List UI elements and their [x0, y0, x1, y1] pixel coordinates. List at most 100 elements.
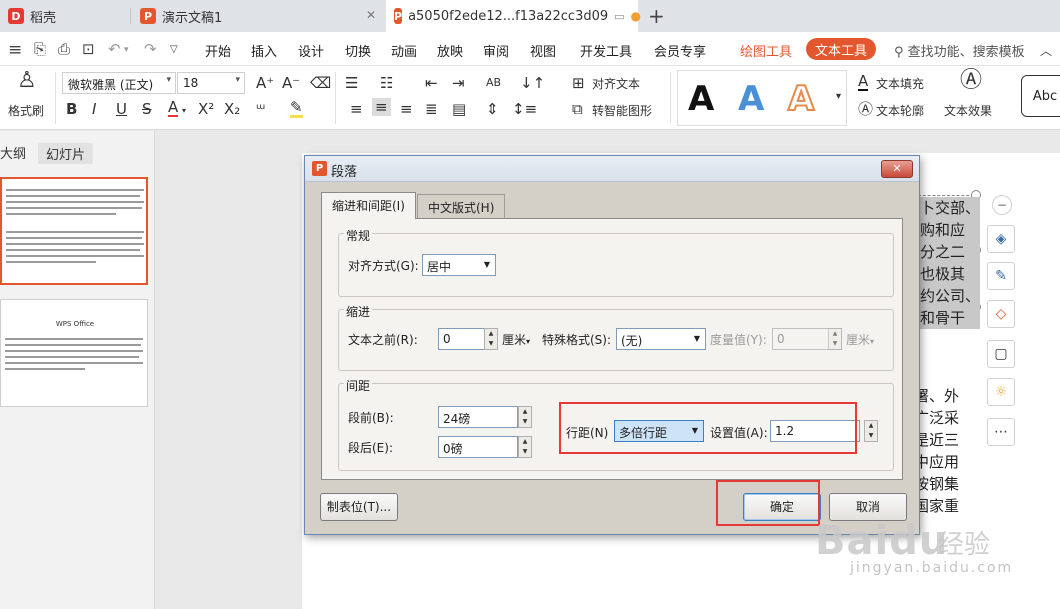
font-name-select[interactable]: 微软雅黑 (正文) ▾ — [62, 72, 176, 94]
wordart-style-black[interactable]: A — [688, 79, 714, 119]
slide-thumbnail-2[interactable]: WPS Office — [0, 299, 148, 407]
text-effect-label[interactable]: 文本效果 — [944, 102, 992, 119]
menu-design[interactable]: 设计 — [298, 41, 324, 60]
chevron-down-icon[interactable]: ▾ — [124, 45, 129, 55]
tab-slides[interactable]: 幻灯片 — [38, 143, 94, 164]
set-value-spinner[interactable]: ▲ ▼ — [864, 420, 878, 442]
before-text-spinner[interactable]: ▲ ▼ — [484, 328, 498, 350]
chevron-up-icon[interactable]: ︿ — [1040, 42, 1052, 59]
new-tab-button[interactable]: + — [640, 0, 670, 32]
close-icon[interactable]: ✕ — [366, 8, 376, 22]
format-painter-label[interactable]: 格式刷 — [8, 102, 44, 119]
text-fill-icon[interactable]: A — [858, 74, 869, 91]
menu-icon[interactable]: ≡ — [8, 40, 22, 60]
numbered-list-icon[interactable]: ☷ — [380, 74, 393, 92]
close-icon[interactable]: ✕ — [881, 160, 913, 178]
bullet-list-icon[interactable]: ☰ — [345, 74, 358, 92]
tab-current-document[interactable]: P a5050f2ede12...f13a22cc3d09 ▭ ● — [386, 0, 641, 32]
wordart-style-orange-outline[interactable]: A — [787, 78, 815, 120]
body-text-block[interactable]: 署、外 广泛采 是近三 中应用 按钢集 国家重 — [914, 385, 959, 517]
bold-icon[interactable]: B — [66, 100, 77, 118]
space-after-input[interactable]: 0磅 — [438, 436, 518, 458]
undo-icon[interactable]: ↶ — [108, 40, 121, 58]
text-fill-label[interactable]: 文本填充 — [876, 75, 924, 92]
increase-font-icon[interactable]: A⁺ — [256, 74, 274, 92]
fill-icon[interactable]: ◇ — [987, 300, 1015, 328]
collapse-icon[interactable]: − — [992, 195, 1012, 215]
tab-outline[interactable]: 大纲 — [0, 143, 26, 162]
space-after-spinner[interactable]: ▲ ▼ — [518, 436, 532, 458]
monitor-icon: ▭ — [614, 9, 625, 23]
chevron-down-icon[interactable]: ▾ — [182, 102, 186, 120]
text-outline-label[interactable]: 文本轮廓 — [876, 102, 924, 119]
space-before-input[interactable]: 24磅 — [438, 406, 518, 428]
menu-view[interactable]: 视图 — [530, 41, 556, 60]
menu-home[interactable]: 开始 — [205, 41, 231, 60]
menu-animation[interactable]: 动画 — [391, 41, 417, 60]
redo-icon[interactable]: ↷ — [144, 40, 157, 58]
line-spacing-icon[interactable]: ↕≡ — [512, 100, 537, 118]
tab-docer[interactable]: D 稻壳 — [0, 0, 130, 32]
italic-icon[interactable]: I — [92, 100, 96, 118]
format-painter-icon[interactable]: ♙ — [17, 70, 37, 92]
menu-slideshow[interactable]: 放映 — [437, 41, 463, 60]
phonetic-icon[interactable]: ᵚ — [256, 100, 265, 118]
space-before-spinner[interactable]: ▲ ▼ — [518, 406, 532, 428]
decrease-font-icon[interactable]: A⁻ — [282, 74, 300, 92]
menu-transition[interactable]: 切换 — [345, 41, 371, 60]
smart-shape-icon[interactable]: ⧉ — [572, 100, 583, 118]
subscript-icon[interactable]: X₂ — [224, 100, 240, 118]
layers-icon[interactable]: ◈ — [987, 225, 1015, 253]
more-icon[interactable]: ⋯ — [987, 418, 1015, 446]
print-preview-icon[interactable]: ⊡ — [82, 40, 95, 58]
text-direction-icon[interactable]: AB — [486, 74, 501, 92]
special-format-select[interactable]: (无) ▼ — [616, 328, 706, 350]
customize-icon[interactable]: ▽ — [170, 44, 178, 55]
highlight-icon[interactable]: ✎ — [290, 100, 303, 118]
menu-developer[interactable]: 开发工具 — [580, 41, 632, 60]
menu-insert[interactable]: 插入 — [251, 41, 277, 60]
underline-icon[interactable]: U — [116, 100, 127, 118]
justify-icon[interactable]: ≣ — [425, 100, 438, 118]
selected-text-block[interactable]: 卜交部、 购和应 分之二 也极其 约公司、 和骨干 — [920, 197, 981, 329]
text-effect-icon[interactable]: Ⓐ — [960, 70, 982, 92]
menu-text-tools[interactable]: 文本工具 — [806, 38, 876, 60]
before-text-unit[interactable]: 厘米▾ — [502, 331, 530, 348]
strikethrough-icon[interactable]: S — [142, 100, 152, 118]
tab-indent-spacing[interactable]: 缩进和间距(I) — [321, 192, 416, 219]
menu-member[interactable]: 会员专享 — [654, 41, 706, 60]
lightbulb-icon[interactable]: ☼ — [987, 378, 1015, 406]
align-text-label[interactable]: 对齐文本 — [592, 75, 640, 92]
align-center-icon[interactable]: ≡ — [372, 98, 391, 116]
export-icon[interactable]: ⎘ — [34, 40, 46, 58]
search-function-box[interactable]: ⚲ 查找功能、搜索模板 — [894, 41, 1025, 60]
text-outline-icon[interactable]: Ⓐ — [858, 100, 873, 118]
gallery-more-icon[interactable]: ▾ — [836, 88, 841, 106]
tab-stops-button[interactable]: 制表位(T)... — [320, 493, 398, 521]
menu-review[interactable]: 审阅 — [483, 41, 509, 60]
alignment-select[interactable]: 居中 ▼ — [422, 254, 496, 276]
print-icon[interactable]: ⎙ — [58, 40, 70, 58]
menu-drawing-tools[interactable]: 绘图工具 — [740, 41, 792, 60]
distribute-icon[interactable]: ▤ — [452, 100, 466, 118]
tab-presentation1[interactable]: P 演示文稿1 ✕ — [132, 0, 384, 32]
decrease-indent-icon[interactable]: ⇤ — [425, 74, 438, 92]
smart-shape-label[interactable]: 转智能图形 — [592, 102, 652, 119]
shape-style-sample[interactable]: Abc — [1021, 75, 1060, 117]
sort-icon[interactable]: ↓↑ — [520, 74, 545, 92]
align-text-icon[interactable]: ⊞ — [572, 74, 585, 92]
superscript-icon[interactable]: X² — [198, 100, 214, 118]
slide-thumbnail-1[interactable] — [0, 177, 148, 285]
paragraph-spacing-icon[interactable]: ⇕ — [486, 100, 499, 118]
wordart-style-blue[interactable]: A — [738, 79, 764, 119]
frame-icon[interactable]: ▢ — [987, 340, 1015, 368]
align-right-icon[interactable]: ≡ — [400, 100, 413, 118]
align-left-icon[interactable]: ≡ — [350, 100, 363, 118]
font-color-icon[interactable]: A — [168, 100, 179, 117]
font-size-select[interactable]: 18 ▾ — [177, 72, 245, 94]
clear-format-icon[interactable]: ⌫ — [310, 74, 331, 92]
brush-icon[interactable]: ✎ — [987, 262, 1015, 290]
tab-chinese-layout[interactable]: 中文版式(H) — [417, 194, 506, 218]
cancel-button[interactable]: 取消 — [829, 493, 907, 521]
increase-indent-icon[interactable]: ⇥ — [452, 74, 465, 92]
